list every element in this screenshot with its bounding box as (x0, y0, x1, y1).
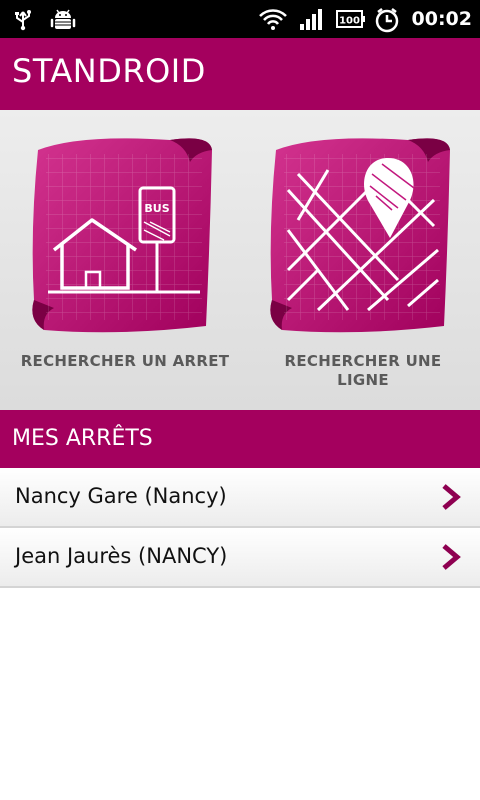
my-stops-title: MES ARRÊTS (12, 426, 153, 451)
signal-icon (300, 9, 322, 30)
list-item[interactable]: Nancy Gare (Nancy) (0, 468, 480, 528)
status-bar: 100 00:02 (0, 0, 480, 38)
chevron-right-icon (442, 484, 461, 510)
search-line-label: RECHERCHER UNE LIGNE (284, 352, 442, 389)
wifi-icon (259, 9, 287, 30)
search-stop-tile[interactable]: BUS RECHERCHER UN ARRET (20, 130, 230, 400)
usb-icon (15, 10, 31, 31)
stop-list: Nancy Gare (Nancy) Jean Jaurès (NANCY) (0, 468, 480, 588)
chevron-right-icon (442, 544, 461, 570)
stop-label: Nancy Gare (Nancy) (15, 484, 227, 508)
stop-label: Jean Jaurès (NANCY) (15, 544, 228, 568)
map-pin-icon (270, 138, 450, 333)
search-line-tile[interactable]: RECHERCHER UNE LIGNE (258, 130, 468, 400)
battery-level: 100 (339, 16, 360, 27)
bus-sign-text: BUS (144, 202, 169, 215)
my-stops-header: MES ARRÊTS (0, 410, 480, 468)
battery-icon: 100 (336, 10, 365, 28)
tiles-area: BUS RECHERCHER UN ARRET RECHERCHER UNE L… (0, 110, 480, 410)
alarm-icon (375, 8, 399, 33)
android-debug-icon (50, 9, 76, 29)
list-item[interactable]: Jean Jaurès (NANCY) (0, 528, 480, 588)
status-clock: 00:02 (411, 8, 472, 30)
app-header: STANDROID (0, 38, 480, 110)
search-stop-label: RECHERCHER UN ARRET (20, 352, 230, 370)
app-title: STANDROID (12, 52, 206, 90)
bus-stop-icon: BUS (32, 138, 213, 333)
